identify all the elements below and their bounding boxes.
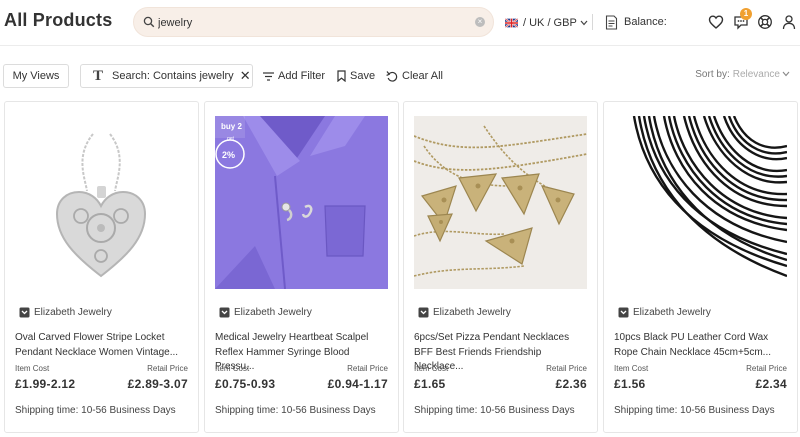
product-image[interactable] <box>414 116 587 289</box>
product-card[interactable]: buy 2 get 2% Elizabeth Jewelry Medical J… <box>204 101 399 433</box>
product-card[interactable]: Elizabeth Jewelry Oval Carved Flower Str… <box>4 101 199 433</box>
product-image[interactable] <box>15 116 188 289</box>
add-filter-button[interactable]: Add Filter <box>263 68 325 84</box>
item-cost-value: £1.56 <box>614 377 646 391</box>
store-icon <box>219 307 230 317</box>
item-cost-label: Item Cost <box>614 364 649 373</box>
lifebuoy-icon[interactable] <box>757 14 773 30</box>
retail-price-label: Retail Price <box>147 364 188 373</box>
filter-chip-label: Search: Contains jewelry <box>112 70 234 82</box>
seller-name: Elizabeth Jewelry <box>633 306 711 318</box>
clear-icon[interactable]: × <box>475 17 485 27</box>
store-icon <box>618 307 629 317</box>
seller-label[interactable]: Elizabeth Jewelry <box>418 305 511 319</box>
seller-name: Elizabeth Jewelry <box>433 306 511 318</box>
search-filter-chip[interactable]: T Search: Contains jewelry ✕ <box>80 64 253 88</box>
retail-price-label: Retail Price <box>746 364 787 373</box>
search-input[interactable] <box>158 13 458 33</box>
notification-badge: 1 <box>740 8 752 20</box>
sort-label: Sort by: <box>695 69 730 80</box>
retail-price-value: £2.34 <box>755 377 787 391</box>
item-cost-label: Item Cost <box>215 364 250 373</box>
seller-name: Elizabeth Jewelry <box>34 306 112 318</box>
filter-lines-icon <box>263 71 274 81</box>
store-icon <box>418 307 429 317</box>
shipping-time: Shipping time: 10-56 Business Days <box>414 405 575 416</box>
shipping-time: Shipping time: 10-56 Business Days <box>614 405 775 416</box>
text-filter-icon: T <box>93 67 104 84</box>
product-name[interactable]: Oval Carved Flower Stripe Locket Pendant… <box>15 331 191 360</box>
seller-label[interactable]: Elizabeth Jewelry <box>618 305 711 319</box>
add-filter-label: Add Filter <box>278 70 326 82</box>
close-icon[interactable]: ✕ <box>240 68 251 84</box>
search-bar[interactable]: × <box>133 7 494 37</box>
chevron-down-icon <box>782 71 790 77</box>
chevron-down-icon <box>580 20 588 26</box>
my-views-button[interactable]: My Views <box>3 64 69 88</box>
product-image[interactable] <box>614 116 787 289</box>
retail-price-label: Retail Price <box>347 364 388 373</box>
save-label: Save <box>350 70 376 82</box>
retail-price-value: £2.89-3.07 <box>127 377 188 391</box>
seller-name: Elizabeth Jewelry <box>234 306 312 318</box>
sort-by-dropdown[interactable]: Sort by: Relevance <box>695 69 790 80</box>
clear-all-label: Clear All <box>402 70 443 82</box>
region-currency-selector[interactable]: / UK / GBP <box>505 15 588 31</box>
undo-icon <box>386 71 398 82</box>
promo-text: 2% <box>222 150 235 160</box>
user-icon[interactable] <box>781 14 797 30</box>
seller-label[interactable]: Elizabeth Jewelry <box>219 305 312 319</box>
sort-value: Relevance <box>732 69 780 80</box>
seller-label[interactable]: Elizabeth Jewelry <box>19 305 112 319</box>
product-card[interactable]: Elizabeth Jewelry 6pcs/Set Pizza Pendant… <box>403 101 598 433</box>
top-header: All Products × / UK / GBP Balance: <box>0 0 800 46</box>
product-name[interactable]: 10pcs Black PU Leather Cord Wax Rope Cha… <box>614 331 790 360</box>
retail-price-value: £0.94-1.17 <box>327 377 388 391</box>
uk-flag-icon <box>505 18 518 28</box>
shipping-time: Shipping time: 10-56 Business Days <box>215 405 376 416</box>
balance-label: Balance: <box>624 16 667 28</box>
item-cost-value: £1.65 <box>414 377 446 391</box>
divider <box>592 14 593 30</box>
promo-text: buy 2 <box>221 122 242 131</box>
shipping-time: Shipping time: 10-56 Business Days <box>15 405 176 416</box>
region-label: / UK / GBP <box>523 17 577 29</box>
store-icon <box>19 307 30 317</box>
heart-icon[interactable] <box>708 14 724 30</box>
item-cost-label: Item Cost <box>414 364 449 373</box>
search-icon <box>143 16 155 28</box>
promo-text: get <box>227 136 235 142</box>
product-card[interactable]: Elizabeth Jewelry 10pcs Black PU Leather… <box>603 101 798 433</box>
filter-toolbar: My Views T Search: Contains jewelry ✕ Ad… <box>0 60 800 88</box>
clear-all-button[interactable]: Clear All <box>386 68 443 84</box>
receipt-icon <box>605 14 618 30</box>
product-image[interactable]: buy 2 get 2% <box>215 116 388 289</box>
item-cost-value: £0.75-0.93 <box>215 377 276 391</box>
retail-price-value: £2.36 <box>555 377 587 391</box>
bookmark-icon <box>337 70 346 82</box>
save-button[interactable]: Save <box>337 68 375 84</box>
item-cost-value: £1.99-2.12 <box>15 377 76 391</box>
page-title: All Products <box>4 10 113 30</box>
retail-price-label: Retail Price <box>546 364 587 373</box>
item-cost-label: Item Cost <box>15 364 50 373</box>
balance-display[interactable]: Balance: <box>605 14 667 30</box>
